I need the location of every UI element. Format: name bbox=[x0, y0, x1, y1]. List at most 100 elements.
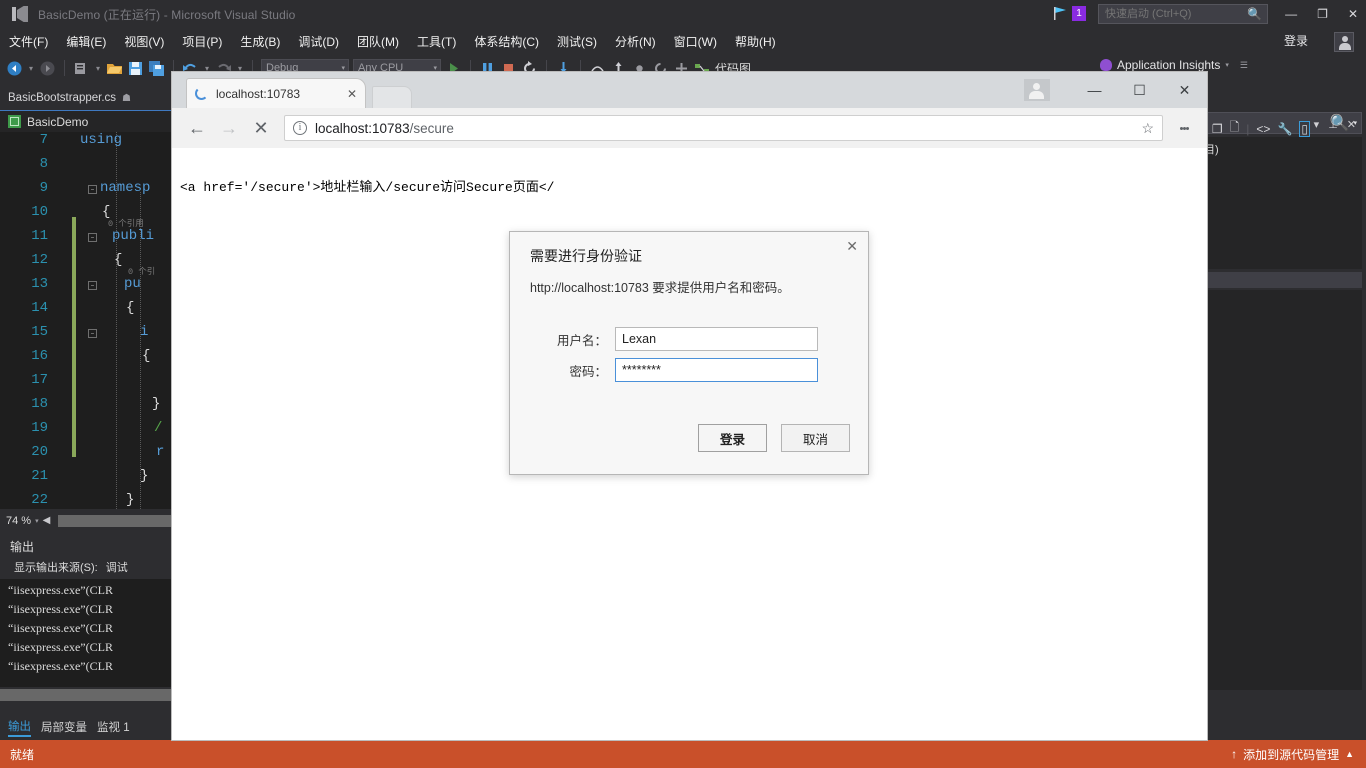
menu-item-help[interactable]: 帮助(H) bbox=[726, 31, 785, 52]
menu-item-build[interactable]: 生成(B) bbox=[231, 31, 289, 52]
quick-launch-input[interactable] bbox=[1099, 7, 1239, 21]
chevron-down-icon[interactable]: ▾ bbox=[35, 517, 39, 525]
output-log-line: “iisexpress.exe”(CLR bbox=[8, 659, 113, 673]
cancel-button[interactable]: 取消 bbox=[781, 424, 850, 452]
menu-item-analyze[interactable]: 分析(N) bbox=[606, 31, 665, 52]
pin-icon[interactable]: ☗ bbox=[122, 93, 131, 104]
notification-flag-icon[interactable] bbox=[1053, 6, 1069, 21]
code-editor[interactable]: 7 using 8 9 – namesp 10 { 0 个引用 11 – pub… bbox=[0, 132, 175, 509]
bookmark-star-icon[interactable]: ☆ bbox=[1141, 120, 1154, 137]
menu-item-debug[interactable]: 调试(D) bbox=[289, 31, 348, 52]
user-account-icon[interactable] bbox=[1334, 32, 1354, 52]
editor-line-number: 14 bbox=[31, 300, 48, 316]
stop-loading-button[interactable]: ✕ bbox=[246, 113, 276, 143]
quick-launch-box[interactable]: 🔍 bbox=[1098, 4, 1268, 24]
close-icon[interactable]: ✕ bbox=[1347, 118, 1356, 131]
save-all-icon[interactable] bbox=[148, 60, 165, 77]
editor-code-text: } bbox=[140, 468, 149, 484]
chevron-down-icon[interactable]: ▾ bbox=[1225, 61, 1229, 69]
notification-badge[interactable]: 1 bbox=[1072, 6, 1086, 21]
bottom-panel-tabs: 输出 局部变量 监视 1 bbox=[0, 716, 175, 738]
password-input[interactable] bbox=[615, 358, 818, 382]
navigate-back-caret-icon[interactable]: ▾ bbox=[27, 64, 35, 73]
tab-locals[interactable]: 局部变量 bbox=[41, 719, 87, 735]
editor-horizontal-scrollbar[interactable] bbox=[58, 514, 175, 527]
editor-code-text: r bbox=[156, 444, 165, 460]
chrome-maximize-button[interactable]: ☐ bbox=[1117, 72, 1162, 108]
dialog-buttons: 登录 取消 bbox=[698, 424, 850, 452]
output-source-label: 显示输出来源(S): bbox=[14, 562, 98, 574]
close-icon[interactable]: ✕ bbox=[846, 238, 858, 255]
application-insights-button[interactable]: Application Insights ▾ ☰ bbox=[1100, 58, 1248, 72]
menu-item-team[interactable]: 团队(M) bbox=[348, 31, 408, 52]
save-icon[interactable] bbox=[127, 60, 144, 77]
new-project-icon[interactable] bbox=[73, 60, 90, 77]
toolwindow-dropdown-icon[interactable]: ▾ bbox=[1314, 118, 1320, 131]
fold-toggle-icon[interactable]: – bbox=[88, 185, 97, 194]
navigate-back-icon[interactable] bbox=[6, 60, 23, 77]
vs-close-button[interactable]: ✕ bbox=[1348, 8, 1358, 20]
menu-item-test[interactable]: 测试(S) bbox=[548, 31, 606, 52]
copy-icon[interactable]: 🗋 bbox=[1230, 118, 1240, 139]
show-all-files-icon[interactable]: <> bbox=[1256, 122, 1270, 136]
browser-tab-inactive[interactable] bbox=[372, 86, 412, 108]
username-row: 用户名： bbox=[530, 327, 818, 351]
menu-item-file[interactable]: 文件(F) bbox=[0, 31, 57, 52]
editor-line-number: 16 bbox=[31, 348, 48, 364]
forward-button[interactable]: → bbox=[214, 113, 244, 143]
solution-explorer-splitter[interactable] bbox=[1204, 272, 1362, 288]
profile-avatar-icon[interactable] bbox=[1024, 79, 1050, 101]
fold-toggle-icon[interactable]: – bbox=[88, 329, 97, 338]
sign-in-button[interactable]: 登录 bbox=[1284, 32, 1308, 49]
close-icon[interactable]: ✕ bbox=[347, 87, 357, 101]
navbar-project-label[interactable]: BasicDemo bbox=[27, 115, 88, 129]
back-button[interactable]: ← bbox=[182, 113, 212, 143]
menu-item-tools[interactable]: 工具(T) bbox=[408, 31, 465, 52]
solution-explorer-tree[interactable]: 目) bbox=[1204, 137, 1362, 269]
tab-output[interactable]: 输出 bbox=[8, 718, 31, 737]
vs-maximize-button[interactable]: ❐ bbox=[1317, 8, 1328, 20]
login-button[interactable]: 登录 bbox=[698, 424, 767, 452]
navigate-forward-icon[interactable] bbox=[39, 60, 56, 77]
document-tab-basicbootstrapper[interactable]: BasicBootstrapper.cs ☗ bbox=[0, 88, 175, 108]
chevron-up-icon[interactable]: ▲ bbox=[1345, 749, 1354, 759]
menu-item-window[interactable]: 窗口(W) bbox=[665, 31, 726, 52]
tab-watch-1[interactable]: 监视 1 bbox=[97, 719, 130, 735]
output-source-value[interactable]: 调试 bbox=[106, 559, 128, 575]
menu-item-architecture[interactable]: 体系结构(C) bbox=[465, 31, 548, 52]
open-file-icon[interactable] bbox=[106, 60, 123, 77]
status-source-control[interactable]: ↑ 添加到源代码管理 ▲ bbox=[1231, 746, 1366, 763]
zoom-level-value[interactable]: 74 % bbox=[6, 515, 31, 527]
editor-code-text: } bbox=[152, 396, 161, 412]
three-dot-menu-icon[interactable] bbox=[1171, 113, 1197, 143]
fold-toggle-icon[interactable]: – bbox=[88, 281, 97, 290]
menu-item-view[interactable]: 视图(V) bbox=[115, 31, 173, 52]
username-input[interactable] bbox=[615, 327, 818, 351]
view-designer-icon[interactable]: ▯ bbox=[1299, 120, 1310, 137]
editor-code-text: { bbox=[114, 252, 123, 268]
output-log-body[interactable]: “iisexpress.exe”(CLR “iisexpress.exe”(CL… bbox=[0, 579, 175, 687]
solution-explorer-header bbox=[1200, 88, 1366, 112]
properties-wrench-icon[interactable]: 🔧 bbox=[1277, 122, 1292, 136]
page-viewport: <a href='/secure'>地址栏输入/secure访问Secure页面… bbox=[172, 148, 1207, 740]
chrome-minimize-button[interactable]: — bbox=[1072, 72, 1117, 108]
editor-code-text: using bbox=[80, 132, 123, 148]
page-info-icon[interactable]: i bbox=[293, 121, 307, 135]
chrome-close-button[interactable]: ✕ bbox=[1162, 72, 1207, 108]
properties-panel[interactable] bbox=[1204, 290, 1362, 690]
menu-item-project[interactable]: 项目(P) bbox=[173, 31, 231, 52]
toolbar-overflow-icon[interactable]: ☰ bbox=[1240, 60, 1248, 71]
scroll-left-arrow-icon[interactable]: ◀ bbox=[43, 515, 51, 526]
new-project-caret-icon[interactable]: ▾ bbox=[94, 64, 102, 73]
address-bar-path: /secure bbox=[409, 120, 454, 136]
menu-item-edit[interactable]: 编辑(E) bbox=[57, 31, 115, 52]
preview-selected-items-icon[interactable]: ❐ bbox=[1212, 122, 1223, 136]
pin-icon[interactable]: ⊥ bbox=[1328, 118, 1338, 131]
fold-toggle-icon[interactable]: – bbox=[88, 233, 97, 242]
vs-minimize-button[interactable]: — bbox=[1285, 8, 1297, 20]
browser-tab-localhost[interactable]: localhost:10783 ✕ bbox=[186, 78, 366, 108]
output-horizontal-scrollbar[interactable] bbox=[0, 689, 175, 701]
search-icon[interactable]: 🔍 bbox=[1247, 7, 1262, 21]
address-bar[interactable]: i localhost:10783/secure ☆ bbox=[284, 115, 1163, 141]
editor-line-number: 13 bbox=[31, 276, 48, 292]
